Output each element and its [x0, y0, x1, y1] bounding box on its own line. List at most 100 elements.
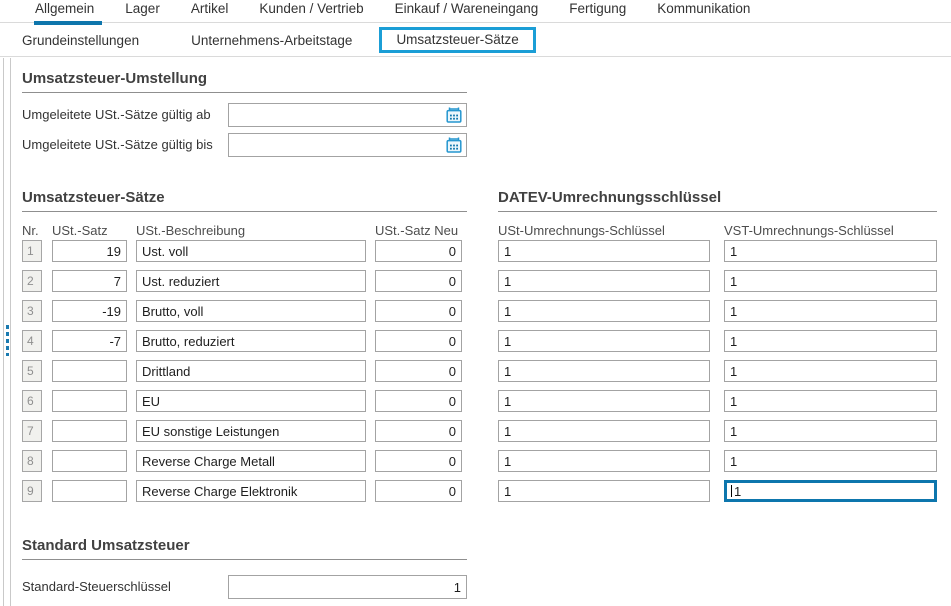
vst-key-input[interactable]: [724, 360, 937, 382]
valid-until-date-picker-button[interactable]: [445, 136, 463, 154]
vst-key-input-focused[interactable]: [724, 480, 937, 502]
ust-beschreibung-input[interactable]: [136, 390, 366, 412]
ust-beschreibung-input[interactable]: [136, 240, 366, 262]
tab-lager[interactable]: Lager: [125, 1, 160, 22]
vst-key-input[interactable]: [724, 330, 937, 352]
valid-until-label: Umgeleitete USt.-Sätze gültig bis: [22, 133, 213, 157]
calendar-icon: [445, 112, 463, 127]
vst-key-input[interactable]: [724, 450, 937, 472]
ust-key-input[interactable]: [498, 420, 710, 442]
panel-splitter[interactable]: [3, 58, 11, 606]
ust-satz-neu-input[interactable]: [375, 480, 462, 502]
ust-satz-neu-input[interactable]: [375, 390, 462, 412]
ust-satz-neu-input[interactable]: [375, 450, 462, 472]
ust-key-input[interactable]: [498, 270, 710, 292]
row-number: 3: [22, 300, 42, 322]
table-row: 6: [22, 390, 937, 412]
ust-beschreibung-input[interactable]: [136, 330, 366, 352]
subtab-umsatzsteuer-saetze[interactable]: Umsatzsteuer-Sätze: [379, 27, 535, 53]
standard-steuerschluessel-label: Standard-Steuerschlüssel: [22, 575, 171, 599]
subtab-grundeinstellungen[interactable]: Grundeinstellungen: [22, 33, 139, 48]
vst-key-input[interactable]: [724, 390, 937, 412]
ust-beschreibung-input[interactable]: [136, 300, 366, 322]
ust-satz-input[interactable]: [52, 240, 127, 262]
ust-satz-input[interactable]: [52, 330, 127, 352]
standard-steuerschluessel-input[interactable]: [228, 575, 467, 599]
calendar-icon: [445, 142, 463, 157]
row-number: 2: [22, 270, 42, 292]
ust-beschreibung-input[interactable]: [136, 450, 366, 472]
standard-steuerschluessel-field: [228, 575, 467, 599]
row-number: 7: [22, 420, 42, 442]
section-title-standard-umsatzsteuer: Standard Umsatzsteuer: [22, 537, 190, 554]
col-header-vst-umrechnung: VST-Umrechnungs-Schlüssel: [724, 223, 937, 238]
ust-satz-input[interactable]: [52, 270, 127, 292]
table-row: 8: [22, 450, 937, 472]
section-title-datev: DATEV-Umrechnungsschlüssel: [498, 189, 721, 206]
tab-kommunikation[interactable]: Kommunikation: [657, 1, 750, 22]
section-title-umsatzsteuer-umstellung: Umsatzsteuer-Umstellung: [22, 70, 207, 87]
table-row: 2: [22, 270, 937, 292]
valid-until-field: [228, 133, 467, 157]
col-header-beschreibung: USt.-Beschreibung: [136, 223, 366, 238]
ust-key-input[interactable]: [498, 330, 710, 352]
valid-from-input[interactable]: [228, 103, 467, 127]
valid-until-input[interactable]: [228, 133, 467, 157]
ust-satz-input[interactable]: [52, 360, 127, 382]
ust-satz-input[interactable]: [52, 450, 127, 472]
splitter-grip-icon: [6, 325, 9, 356]
table-row: 1: [22, 240, 937, 262]
row-number: 6: [22, 390, 42, 412]
ust-satz-input[interactable]: [52, 420, 127, 442]
ust-satz-neu-input[interactable]: [375, 270, 462, 292]
table-row: 9: [22, 480, 937, 502]
row-number: 9: [22, 480, 42, 502]
ust-satz-neu-input[interactable]: [375, 360, 462, 382]
table-row: 4: [22, 330, 937, 352]
vst-key-input[interactable]: [724, 270, 937, 292]
ust-satz-neu-input[interactable]: [375, 330, 462, 352]
ust-beschreibung-input[interactable]: [136, 360, 366, 382]
tab-fertigung[interactable]: Fertigung: [569, 1, 626, 22]
ust-satz-input[interactable]: [52, 300, 127, 322]
main-tabbar: Allgemein Lager Artikel Kunden / Vertrie…: [0, 0, 951, 23]
ust-key-input[interactable]: [498, 390, 710, 412]
ust-key-input[interactable]: [498, 480, 710, 502]
table-row: 7: [22, 420, 937, 442]
vst-key-input[interactable]: [724, 240, 937, 262]
ust-satz-neu-input[interactable]: [375, 240, 462, 262]
col-header-ust-umrechnung: USt-Umrechnungs-Schlüssel: [498, 223, 710, 238]
ust-satz-input[interactable]: [52, 480, 127, 502]
vst-key-input[interactable]: [724, 420, 937, 442]
row-number: 5: [22, 360, 42, 382]
valid-from-label: Umgeleitete USt.-Sätze gültig ab: [22, 103, 211, 127]
ust-satz-neu-input[interactable]: [375, 420, 462, 442]
ust-key-input[interactable]: [498, 450, 710, 472]
section-rule: [22, 92, 467, 93]
col-header-satz: USt.-Satz: [52, 223, 127, 238]
valid-from-field: [228, 103, 467, 127]
ust-beschreibung-input[interactable]: [136, 420, 366, 442]
row-number: 1: [22, 240, 42, 262]
row-number: 4: [22, 330, 42, 352]
valid-from-date-picker-button[interactable]: [445, 106, 463, 124]
tab-einkauf-wareneingang[interactable]: Einkauf / Wareneingang: [395, 1, 539, 22]
section-rule: [22, 559, 467, 560]
tab-artikel[interactable]: Artikel: [191, 1, 229, 22]
ust-satz-neu-input[interactable]: [375, 300, 462, 322]
ust-beschreibung-input[interactable]: [136, 480, 366, 502]
subtab-unternehmens-arbeitstage[interactable]: Unternehmens-Arbeitstage: [191, 33, 352, 48]
col-header-satz-neu: USt.-Satz Neu: [375, 223, 462, 238]
vst-key-input[interactable]: [724, 300, 937, 322]
ust-beschreibung-input[interactable]: [136, 270, 366, 292]
tab-kunden-vertrieb[interactable]: Kunden / Vertrieb: [259, 1, 363, 22]
sub-tabbar: Grundeinstellungen Unternehmens-Arbeitst…: [0, 24, 951, 57]
section-title-umsatzsteuer-saetze: Umsatzsteuer-Sätze: [22, 189, 165, 206]
ust-satz-input[interactable]: [52, 390, 127, 412]
ust-key-input[interactable]: [498, 360, 710, 382]
ust-key-input[interactable]: [498, 300, 710, 322]
table-row: 5: [22, 360, 937, 382]
table-column-headers: Nr. USt.-Satz USt.-Beschreibung USt.-Sat…: [22, 223, 937, 238]
ust-key-input[interactable]: [498, 240, 710, 262]
tab-allgemein[interactable]: Allgemein: [35, 1, 94, 22]
